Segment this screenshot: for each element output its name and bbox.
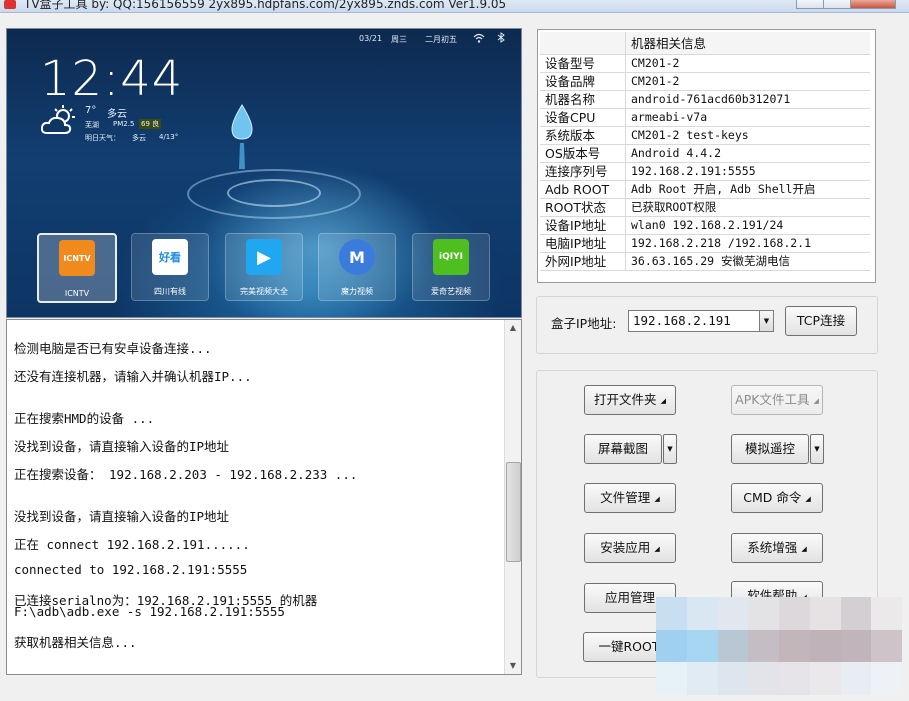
log-line: F:\adb\adb.exe -s 192.168.2.191:5555: [14, 604, 285, 619]
info-header: 机器相关信息: [625, 32, 870, 55]
apk-tool-button[interactable]: APK文件工具 ◢: [731, 385, 823, 415]
system-boost-button[interactable]: 系统增强 ◢: [731, 533, 823, 563]
table-row: 设备品牌 CM201-2: [540, 72, 870, 91]
open-folder-button[interactable]: 打开文件夹 ◢: [584, 385, 676, 415]
wifi-icon: [473, 33, 485, 43]
app-tile-moli[interactable]: M 魔力视频: [318, 233, 396, 301]
table-row: 设备IP地址 wlan0 192.168.2.191/24: [540, 216, 870, 235]
iqiyi-icon: iQIYI: [433, 239, 469, 275]
minimize-button[interactable]: [796, 0, 824, 9]
app-label: 爱奇艺视频: [431, 287, 471, 296]
caret-up-icon: ◢: [805, 494, 811, 503]
ip-combobox[interactable]: 192.168.2.191 ▼: [628, 310, 774, 332]
status-lunar: 二月初五: [425, 35, 457, 44]
screenshot-dropdown-icon[interactable]: ▼: [663, 434, 677, 464]
table-row: 设备型号 CM201-2: [540, 54, 870, 73]
log-line: 还没有连接机器，请输入并确认机器IP...: [14, 369, 252, 384]
device-info-panel: 机器相关信息 设备型号 CM201-2 设备品牌 CM201-2 机器名称 andro…: [537, 29, 876, 283]
tomorrow-label: 明日天气：: [85, 134, 120, 142]
caret-up-icon: ◢: [660, 396, 666, 405]
status-date: 03/21: [359, 34, 383, 43]
app-label: 四川有线: [154, 287, 186, 296]
remote-dropdown-icon[interactable]: ▼: [810, 434, 824, 464]
log-line: 正在 connect 192.168.2.191......: [14, 537, 250, 552]
log-line: 正在搜索HMD的设备 ...: [14, 411, 155, 426]
play-icon: ▶: [246, 239, 282, 275]
log-line: connected to 192.168.2.191:5555: [14, 562, 248, 577]
remote-control-button[interactable]: 模拟遥控: [731, 434, 809, 464]
table-row: 电脑IP地址 192.168.2.218 /192.168.2.1: [540, 234, 870, 253]
tomorrow-weather: 多云: [132, 134, 146, 142]
log-line: 正在搜索设备： 192.168.2.203 - 192.168.2.233 ..…: [14, 467, 358, 482]
maximize-button[interactable]: [823, 0, 851, 9]
app-tile-sichuan[interactable]: 好看 四川有线: [131, 233, 209, 301]
close-button[interactable]: [850, 0, 896, 9]
cmd-button[interactable]: CMD 命令 ◢: [731, 483, 823, 513]
screenshot-button[interactable]: 屏幕截图: [584, 434, 662, 464]
pm-label: PM2.5: [113, 120, 135, 128]
file-manage-button[interactable]: 文件管理 ◢: [584, 483, 676, 513]
log-scrollbar[interactable]: ▲ ▼: [504, 320, 521, 674]
scroll-thumb[interactable]: [506, 462, 521, 562]
scroll-down-icon[interactable]: ▼: [505, 658, 521, 674]
device-info-table: 机器相关信息 设备型号 CM201-2 设备品牌 CM201-2 机器名称 andro…: [540, 32, 870, 271]
caret-up-icon: ◢: [813, 396, 819, 405]
table-row: 外网IP地址 36.63.165.29 安徽芜湖电信: [540, 252, 870, 271]
caret-up-icon: ◢: [654, 544, 660, 553]
install-app-button[interactable]: 安装应用 ◢: [584, 533, 676, 563]
log-line: 获取机器相关信息...: [14, 635, 137, 650]
log-output[interactable]: 检测电脑是否已有安卓设备连接... 还没有连接机器，请输入并确认机器IP... …: [6, 319, 522, 675]
caret-up-icon: ◢: [654, 494, 660, 503]
pixelated-overlay: [656, 597, 902, 695]
table-row: Adb ROOT Adb Root 开启, Adb Shell开启: [540, 180, 870, 199]
app-tile-wanmei[interactable]: ▶ 完美视频大全: [225, 233, 303, 301]
table-row: OS版本号 Android 4.4.2: [540, 144, 870, 163]
weather-text: 多云: [107, 109, 127, 120]
caret-up-icon: ◢: [801, 544, 807, 553]
app-label: 魔力视频: [341, 287, 373, 296]
bluetooth-icon: [497, 32, 505, 43]
table-row: ROOT状态 已获取ROOT权限: [540, 198, 870, 217]
app-tile-icntv[interactable]: ICNTV ICNTV: [37, 233, 117, 303]
window-title: TV盒子工具 by: QQ:156156559 2yx895.hdpfans.c…: [24, 0, 507, 11]
water-drop-image: [231, 104, 253, 169]
table-row: 设备CPU armeabi-v7a: [540, 108, 870, 127]
title-bar: TV盒子工具 by: QQ:156156559 2yx895.hdpfans.c…: [0, 0, 909, 13]
table-row: 机器名称 android-761acd60b312071: [540, 90, 870, 109]
water-ripple-inner: [227, 179, 321, 207]
haokan-icon: 好看: [152, 239, 188, 275]
chevron-down-icon[interactable]: ▼: [759, 311, 773, 331]
aqi-badge: 69 良: [139, 119, 162, 129]
ip-value: 192.168.2.191: [633, 313, 731, 328]
status-weekday: 周三: [391, 35, 407, 44]
cloudy-weather-icon: [41, 105, 75, 134]
app-tile-iqiyi[interactable]: iQIYI 爱奇艺视频: [412, 233, 490, 301]
app-label: 完美视频大全: [240, 287, 288, 296]
tcp-connect-button[interactable]: TCP连接: [785, 306, 857, 336]
tomorrow-temp: 4/13°: [159, 133, 179, 141]
table-row: 连接序列号 192.168.2.191:5555: [540, 162, 870, 181]
scroll-up-icon[interactable]: ▲: [505, 320, 521, 336]
clock: 12:44: [40, 51, 184, 107]
app-icon: [4, 0, 16, 9]
log-line: 检测电脑是否已有安卓设备连接...: [14, 341, 212, 356]
moli-icon: M: [339, 239, 375, 275]
city: 芜湖: [85, 121, 99, 129]
screen-preview[interactable]: 03/21 周三 二月初五 12:44 7° 多云 芜湖 PM2.5 69 良 …: [6, 28, 522, 318]
log-line: 没找到设备，请直接输入设备的IP地址: [14, 439, 230, 454]
app-label: ICNTV: [64, 289, 90, 298]
log-line: 没找到设备，请直接输入设备的IP地址: [14, 509, 230, 524]
table-row: 系统版本 CM201-2 test-keys: [540, 126, 870, 145]
icntv-icon: ICNTV: [59, 240, 95, 276]
ip-label: 盒子IP地址:: [551, 316, 617, 331]
temperature: 7°: [85, 105, 97, 116]
